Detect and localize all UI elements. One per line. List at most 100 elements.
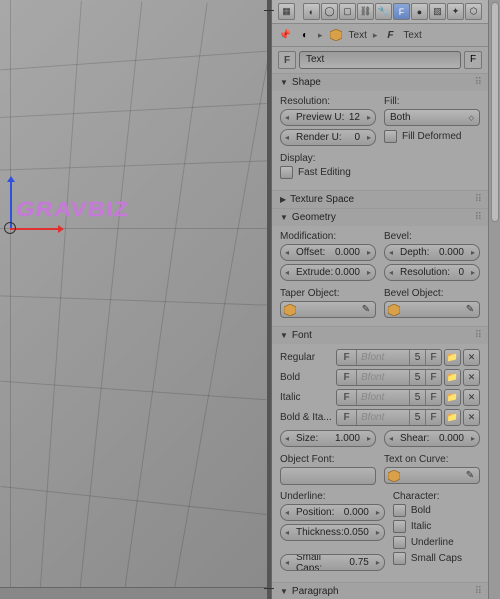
char-smallcaps-label: Small Caps <box>411 553 462 564</box>
tab-physics-icon[interactable]: ⬡ <box>465 3 482 20</box>
font-italic-picker[interactable]: FBfont5F <box>336 389 442 406</box>
font-icon: F <box>337 390 357 405</box>
remove-font-button[interactable]: ✕ <box>463 409 480 426</box>
object-font-input[interactable] <box>280 467 376 485</box>
font-bold-picker[interactable]: FBfont5F <box>336 369 442 386</box>
grip-icon[interactable]: ⠿ <box>475 330 480 341</box>
panel-header-geometry[interactable]: ▼ Geometry ⠿ <box>272 209 488 226</box>
font-data-icon: F <box>383 28 397 42</box>
tab-constraints-icon[interactable]: ⛓ <box>357 3 374 20</box>
object-cube-icon <box>329 28 343 42</box>
font-bold-label: Bold <box>280 372 334 383</box>
bevel-object-label: Bevel Object: <box>384 288 480 299</box>
panel-header-font[interactable]: ▼ Font ⠿ <box>272 327 488 344</box>
panel-header-paragraph[interactable]: ▼ Paragraph ⠿ <box>272 583 488 599</box>
area-splitter[interactable] <box>267 0 271 599</box>
bevel-depth-field[interactable]: ◂Depth:0.000▸ <box>384 244 480 261</box>
viewport-3d[interactable]: GRAVBIZ <box>0 0 267 599</box>
object-font-label: Object Font: <box>280 454 376 465</box>
font-bolditalic-label: Bold & Ita... <box>280 412 334 423</box>
tab-objectdata-icon[interactable]: F <box>393 3 410 20</box>
font-regular-picker[interactable]: FBfont5F <box>336 349 442 366</box>
pin-icon[interactable]: 📌 <box>278 28 292 42</box>
bevel-label: Bevel: <box>384 231 480 242</box>
fill-deformed-label: Fill Deformed <box>402 131 461 142</box>
breadcrumb-data[interactable]: Text <box>403 30 421 41</box>
fake-user-button[interactable]: F <box>464 51 482 69</box>
font-bolditalic-picker[interactable]: FBfont5F <box>336 409 442 426</box>
breadcrumb-object[interactable]: Text <box>349 30 367 41</box>
char-smallcaps-checkbox[interactable] <box>393 552 406 565</box>
tab-world-icon[interactable]: ◯ <box>321 3 338 20</box>
origin-icon <box>4 222 16 234</box>
panel-title: Geometry <box>292 212 475 223</box>
char-italic-checkbox[interactable] <box>393 520 406 533</box>
underline-position-field[interactable]: ◂Position:0.000▸ <box>280 504 385 521</box>
tab-object-icon[interactable]: ▢ <box>339 3 356 20</box>
fast-editing-label: Fast Editing <box>298 167 351 178</box>
remove-font-button[interactable]: ✕ <box>463 369 480 386</box>
underline-label: Underline: <box>280 491 385 502</box>
breadcrumb: 📌 ◐ ▸ Text ▸ F Text <box>272 24 488 47</box>
panel-title: Shape <box>292 77 475 88</box>
remove-font-button[interactable]: ✕ <box>463 349 480 366</box>
chevron-updown-icon: ◇ <box>469 114 474 122</box>
font-size-field[interactable]: ◂Size:1.000▸ <box>280 430 376 447</box>
panel-title: Font <box>292 330 475 341</box>
remove-font-button[interactable]: ✕ <box>463 389 480 406</box>
font-italic-label: Italic <box>280 392 334 403</box>
open-font-button[interactable]: 📁 <box>444 349 461 366</box>
open-font-button[interactable]: 📁 <box>444 409 461 426</box>
tab-particles-icon[interactable]: ✦ <box>447 3 464 20</box>
grip-icon[interactable]: ⠿ <box>475 586 480 597</box>
properties-scrollbar[interactable] <box>488 0 500 599</box>
grid-floor <box>0 0 267 599</box>
display-label: Display: <box>280 153 480 164</box>
char-bold-checkbox[interactable] <box>393 504 406 517</box>
taper-object-picker[interactable]: ✎ <box>280 301 376 318</box>
bevel-resolution-field[interactable]: ◂Resolution:0▸ <box>384 264 480 281</box>
open-font-button[interactable]: 📁 <box>444 389 461 406</box>
viewport-header[interactable] <box>0 587 267 599</box>
char-bold-label: Bold <box>411 505 431 516</box>
open-font-button[interactable]: 📁 <box>444 369 461 386</box>
fast-editing-checkbox[interactable] <box>280 166 293 179</box>
tab-scene-icon[interactable]: ◐ <box>303 3 320 20</box>
datablock-name-input[interactable]: Text <box>299 51 461 69</box>
fill-deformed-checkbox[interactable] <box>384 130 397 143</box>
font-datablock-icon[interactable]: F <box>278 51 296 69</box>
triangle-down-icon: ▼ <box>280 78 288 87</box>
extrude-field[interactable]: ◂Extrude:0.000▸ <box>280 264 376 281</box>
triangle-right-icon: ▶ <box>280 195 286 204</box>
font-regular-label: Regular <box>280 352 334 363</box>
tab-texture-icon[interactable]: ▨ <box>429 3 446 20</box>
panel-title: Texture Space <box>290 194 475 205</box>
eyedropper-icon: ✎ <box>463 304 477 315</box>
font-icon: F <box>337 410 357 425</box>
panel-header-shape[interactable]: ▼ Shape ⠿ <box>272 74 488 91</box>
grip-icon[interactable]: ⠿ <box>475 77 480 88</box>
grip-icon[interactable]: ⠿ <box>475 194 480 205</box>
smallcaps-scale-field[interactable]: ◂Small Caps:0.75▸ <box>280 554 385 571</box>
axis-x-gizmo <box>10 228 60 230</box>
preview-u-field[interactable]: ◂Preview U:12▸ <box>280 109 376 126</box>
offset-field[interactable]: ◂Offset:0.000▸ <box>280 244 376 261</box>
chevron-right-icon: ▸ <box>318 30 323 41</box>
render-u-field[interactable]: ◂Render U:0▸ <box>280 129 376 146</box>
text-object[interactable]: GRAVBIZ <box>13 198 129 222</box>
tab-material-icon[interactable]: ● <box>411 3 428 20</box>
fill-mode-select[interactable]: Both◇ <box>384 109 480 126</box>
triangle-down-icon: ▼ <box>280 587 288 596</box>
text-on-curve-label: Text on Curve: <box>384 454 480 465</box>
panel-title: Paragraph <box>292 586 475 597</box>
char-underline-checkbox[interactable] <box>393 536 406 549</box>
font-shear-field[interactable]: ◂Shear:0.000▸ <box>384 430 480 447</box>
underline-thickness-field[interactable]: ◂Thickness:0.050▸ <box>280 524 385 541</box>
grip-icon[interactable]: ⠿ <box>475 212 480 223</box>
bevel-object-picker[interactable]: ✎ <box>384 301 480 318</box>
tab-render-icon[interactable]: ▦ <box>278 3 295 20</box>
scrollbar-thumb[interactable] <box>491 2 499 222</box>
tab-modifiers-icon[interactable]: 🔧 <box>375 3 392 20</box>
text-on-curve-picker[interactable]: ✎ <box>384 467 480 484</box>
panel-header-texture-space[interactable]: ▶ Texture Space ⠿ <box>272 191 488 208</box>
